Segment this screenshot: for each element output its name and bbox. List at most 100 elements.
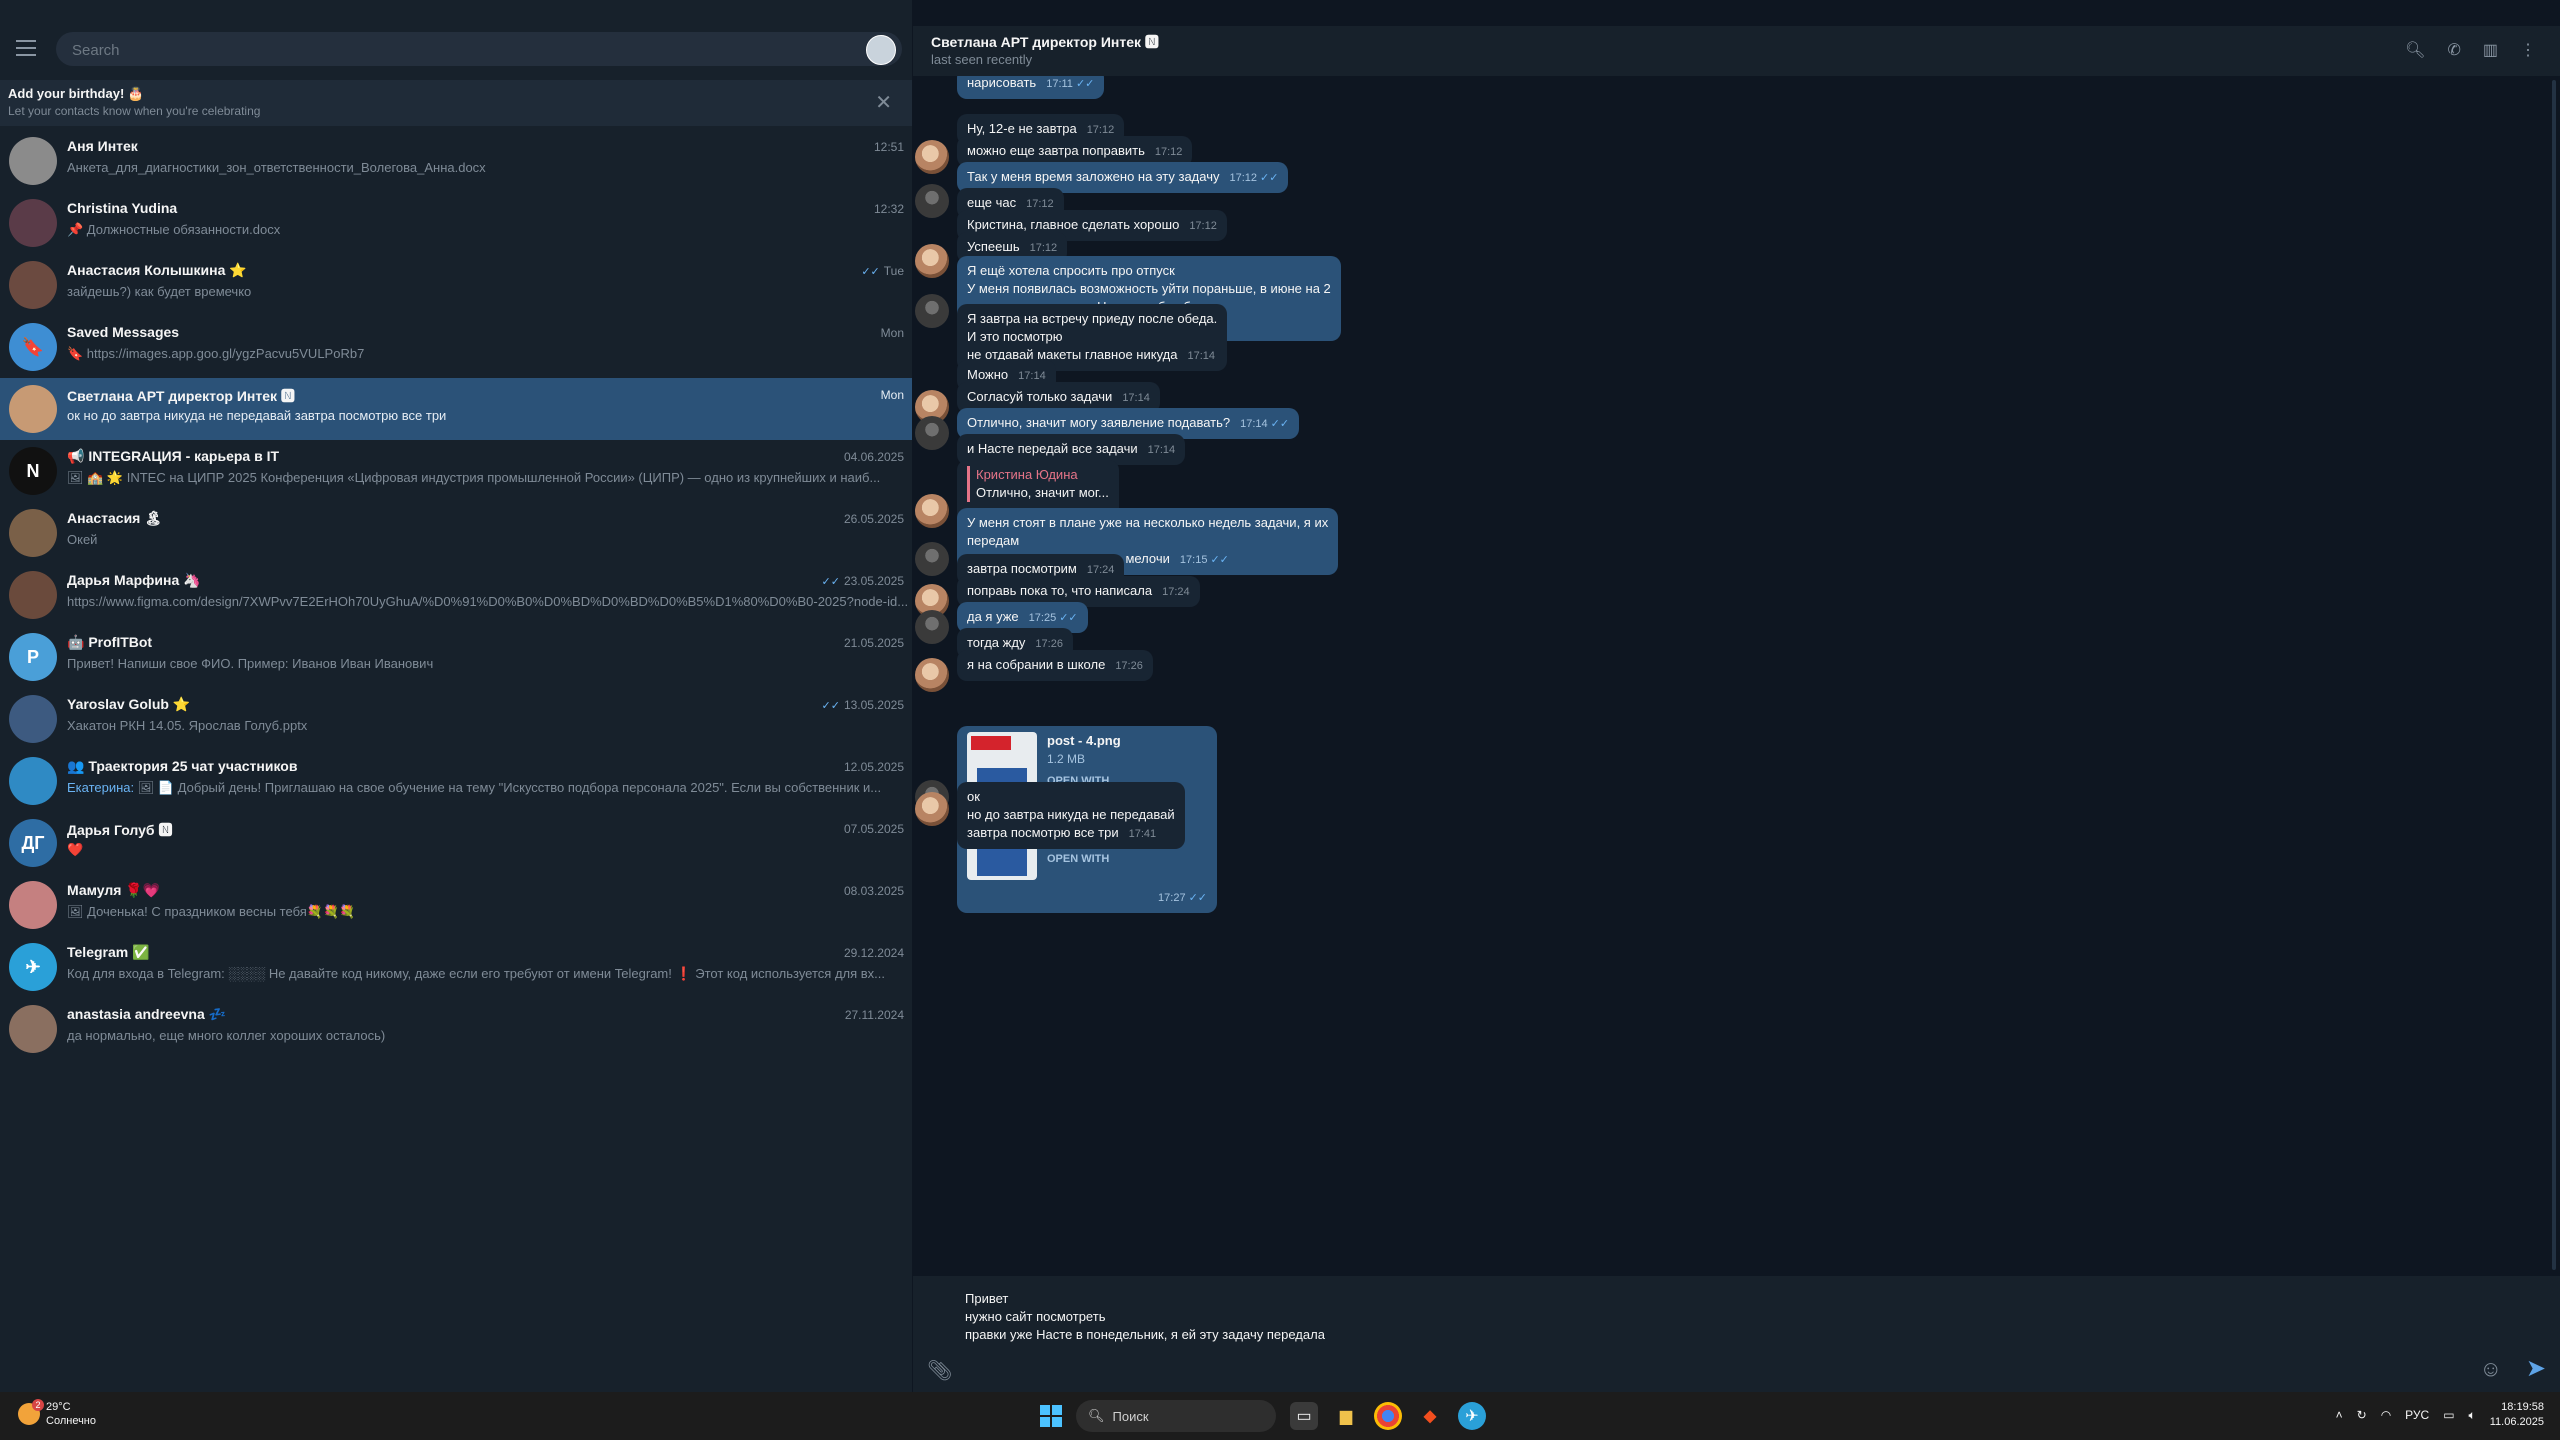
contact-name[interactable]: Светлана АРТ директор Интек 🅽 — [931, 32, 1159, 52]
message-text: да я уже 17:25 ✓✓ — [967, 608, 1078, 627]
left-topbar — [0, 26, 912, 76]
sender-avatar[interactable] — [915, 542, 949, 576]
file-explorer-icon[interactable]: ▆ — [1332, 1402, 1360, 1430]
search-icon: 🔍︎ — [1088, 1408, 1105, 1423]
message-text-span: передам — [967, 533, 1020, 548]
chat-item[interactable]: Дарья Марфина 🦄 https://www.figma.com/des… — [0, 564, 912, 626]
sender-avatar[interactable] — [915, 610, 949, 644]
network-icon[interactable]: ◠ — [2381, 1408, 2391, 1422]
chat-date: 27.11.2024 — [845, 1008, 904, 1022]
chrome-icon[interactable] — [1374, 1402, 1402, 1430]
message-input[interactable]: Привет нужно сайт посмотреть правки уже … — [965, 1290, 1325, 1344]
reply-quote[interactable]: Кристина Юдина Отлично, значит мог... — [967, 466, 1109, 502]
read-checks-icon: ✓✓ — [1260, 172, 1279, 184]
sender-avatar[interactable] — [915, 494, 949, 528]
chat-name: anastasia andreevna 💤 — [67, 1006, 227, 1022]
chat-item[interactable]: Анастасия Колышкина ⭐ зайдешь?) как будет… — [0, 254, 912, 316]
chat-date-text: Mon — [880, 388, 904, 402]
search-box[interactable] — [56, 32, 902, 66]
chat-preview: Код для входа в Telegram: ░░░░ Не давайт… — [67, 966, 885, 982]
menu-icon[interactable] — [16, 40, 36, 56]
chat-item[interactable]: Yaroslav Golub ⭐ Хакатон РКН 14.05. Яросл… — [0, 688, 912, 750]
message-text: И это посмотрю — [967, 328, 1217, 346]
sender-avatar[interactable] — [915, 294, 949, 328]
message-text: и Насте передай все задачи 17:14 — [967, 440, 1175, 459]
chat-item[interactable]: N 📢 INTEGRАЦИЯ - карьера в IT 🖼 🏫 🌟 INTEC … — [0, 440, 912, 502]
birthday-banner[interactable]: Add your birthday! 🎂 Let your contacts k… — [0, 80, 912, 126]
avatar: N — [9, 447, 57, 495]
chat-date: 12:51 — [874, 140, 904, 154]
telegram-icon[interactable]: ✈ — [1458, 1402, 1486, 1430]
sidebar-toggle-icon[interactable]: ▥ — [2483, 40, 2498, 60]
message-time: 17:15 — [1179, 554, 1208, 566]
message-bubble[interactable]: нарисовать 17:11 ✓✓ — [957, 76, 1105, 99]
chat-item[interactable]: 👥 Траектория 25 чат участников Екатерина:… — [0, 750, 912, 812]
sync-icon[interactable]: ↻ — [2357, 1408, 2367, 1422]
message-bubble[interactable]: я на собрании в школе 17:26 — [957, 650, 1153, 681]
chat-name: Светлана АРТ директор Интек 🅽 — [67, 388, 295, 404]
chat-item[interactable]: Светлана АРТ директор Интек 🅽 ок но до за… — [0, 378, 912, 440]
chat-item[interactable]: anastasia andreevna 💤 да нормально, еще м… — [0, 998, 912, 1060]
conversation-header[interactable]: Светлана АРТ директор Интек 🅽 last seen … — [913, 26, 2560, 76]
chat-date-text: 21.05.2025 — [843, 636, 904, 650]
chat-item[interactable]: P 🤖 ProfITBot Привет! Напиши свое ФИО. При… — [0, 626, 912, 688]
search-icon[interactable]: 🔍︎ — [2405, 40, 2425, 60]
message-time: 17:26 — [1035, 638, 1063, 650]
scrollbar[interactable] — [2552, 80, 2556, 1270]
read-checks-icon: ✓✓ — [821, 700, 840, 712]
message-time: 17:11 — [1046, 78, 1073, 90]
weather-desc: Солнечно — [46, 1415, 96, 1427]
message-text-span: нарисовать — [967, 76, 1037, 90]
chat-item[interactable]: ДГ Дарья Голуб 🅽 ❤️ 07.05.2025 — [0, 812, 912, 874]
message-time: 17:24 — [1162, 586, 1190, 598]
read-checks-icon: ✓✓ — [1075, 78, 1095, 90]
sender-avatar[interactable] — [915, 416, 949, 450]
language-indicator[interactable]: РУС — [2405, 1408, 2429, 1422]
sender-avatar[interactable] — [915, 792, 949, 826]
phone-icon[interactable]: ✆ — [2447, 40, 2460, 60]
chat-item[interactable]: Christina Yudina 📌 Должностные обязанност… — [0, 192, 912, 254]
avatar — [9, 509, 57, 557]
figma-icon[interactable]: ◆ — [1416, 1402, 1444, 1430]
account-avatar[interactable] — [866, 35, 896, 65]
close-icon[interactable]: ✕ — [875, 90, 892, 115]
sender-avatar[interactable] — [915, 658, 949, 692]
chat-item[interactable]: Анастасия 🏝 Окей 26.05.2025 — [0, 502, 912, 564]
message-text-span: У меня появилась возможность уйти порань… — [967, 281, 1331, 296]
attach-icon[interactable]: 📎︎ — [927, 1358, 952, 1383]
search-input[interactable] — [70, 38, 814, 62]
message-bubble[interactable]: ок но до завтра никуда не передавай завтра… — [957, 782, 1185, 849]
message-text: Отлично, значит могу заявление подавать?… — [967, 414, 1289, 433]
chat-item[interactable]: ✈ Telegram ✅ Код для входа в Telegram: ░░░… — [0, 936, 912, 998]
display-icon[interactable]: ▭ — [2443, 1408, 2454, 1422]
volume-icon[interactable]: 🔈︎ — [2469, 1408, 2476, 1423]
message-text-span: Я завтра на встречу приеду после обеда. — [967, 311, 1218, 326]
message-text-span: Согласуй только задачи — [967, 389, 1113, 404]
message-text: Согласуй только задачи 17:14 — [967, 388, 1150, 407]
chat-item[interactable]: 🔖 Saved Messages 🔖 https://images.app.goo.… — [0, 316, 912, 378]
open-with-button[interactable]: OPEN WITH — [1047, 850, 1121, 868]
taskbar-search[interactable]: 🔍︎ Поиск — [1076, 1400, 1276, 1432]
chat-item[interactable]: Аня Интек Анкета_для_диагностики_зон_отве… — [0, 130, 912, 192]
read-checks-icon: ✓✓ — [1270, 418, 1290, 430]
send-icon[interactable]: ➤ — [2526, 1354, 2546, 1383]
chat-date: ✓✓ 13.05.2025 — [822, 698, 905, 712]
sender-avatar[interactable] — [915, 184, 949, 218]
avatar: ДГ — [9, 819, 57, 867]
chevron-up-icon[interactable]: ˄ — [2336, 1408, 2343, 1422]
preview-text: Анкета_для_диагностики_зон_ответственнос… — [67, 160, 486, 175]
clock-date: 11.06.2025 — [2489, 1416, 2544, 1428]
sender-avatar[interactable] — [915, 140, 949, 174]
clock[interactable]: 18:19:58 11.06.2025 — [2490, 1400, 2544, 1430]
more-icon[interactable]: ⋮ — [2520, 40, 2536, 60]
emoji-icon[interactable]: ☺ — [2480, 1356, 2502, 1382]
weather-widget[interactable]: 2 29°C Солнечно — [18, 1399, 96, 1428]
chat-item[interactable]: Мамуля 🌹💗 🖼 Доченька! С праздником весны … — [0, 874, 912, 936]
task-view-icon[interactable]: ▭ — [1290, 1402, 1318, 1430]
chat-date-text: 12:51 — [873, 140, 904, 154]
preview-text: Код для входа в Telegram: ░░░░ Не давайт… — [67, 966, 886, 981]
sender-avatar[interactable] — [915, 244, 949, 278]
message-text: Так у меня время заложено на эту задачу 1… — [967, 168, 1278, 187]
chat-date: Mon — [881, 326, 904, 340]
start-icon[interactable] — [1040, 1405, 1062, 1427]
